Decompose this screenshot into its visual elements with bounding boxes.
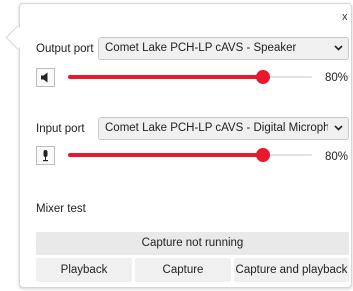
output-port-value: Comet Lake PCH-LP cAVS - Speaker [105, 42, 297, 54]
input-volume-thumb[interactable] [256, 148, 271, 162]
chevron-down-icon [334, 45, 343, 51]
input-volume-fill [68, 153, 264, 157]
capture-button[interactable]: Capture [135, 258, 231, 282]
speaker-icon [41, 72, 48, 83]
input-port-select[interactable]: Comet Lake PCH-LP cAVS - Digital Microph… [98, 117, 349, 140]
output-port-label: Output port [36, 43, 94, 55]
mixer-test-label: Mixer test [36, 203, 86, 215]
input-port-label: Input port [36, 123, 85, 135]
playback-button[interactable]: Playback [36, 258, 132, 282]
chevron-down-icon [334, 125, 343, 131]
input-port-value: Comet Lake PCH-LP cAVS - Digital Microph… [105, 122, 328, 134]
close-button[interactable]: x [342, 11, 348, 23]
output-mute-button[interactable] [36, 68, 55, 87]
capture-status: Capture not running [36, 232, 349, 255]
capture-and-playback-button[interactable]: Capture and playback [234, 258, 349, 282]
microphone-icon [43, 150, 48, 162]
input-mute-button[interactable] [36, 146, 55, 165]
input-volume-slider[interactable] [68, 147, 312, 163]
output-volume-thumb[interactable] [256, 70, 271, 84]
output-port-select[interactable]: Comet Lake PCH-LP cAVS - Speaker [98, 37, 349, 60]
output-volume-value: 80% [324, 72, 348, 84]
output-volume-slider[interactable] [68, 69, 312, 85]
output-volume-fill [68, 75, 264, 79]
input-volume-value: 80% [324, 151, 348, 163]
